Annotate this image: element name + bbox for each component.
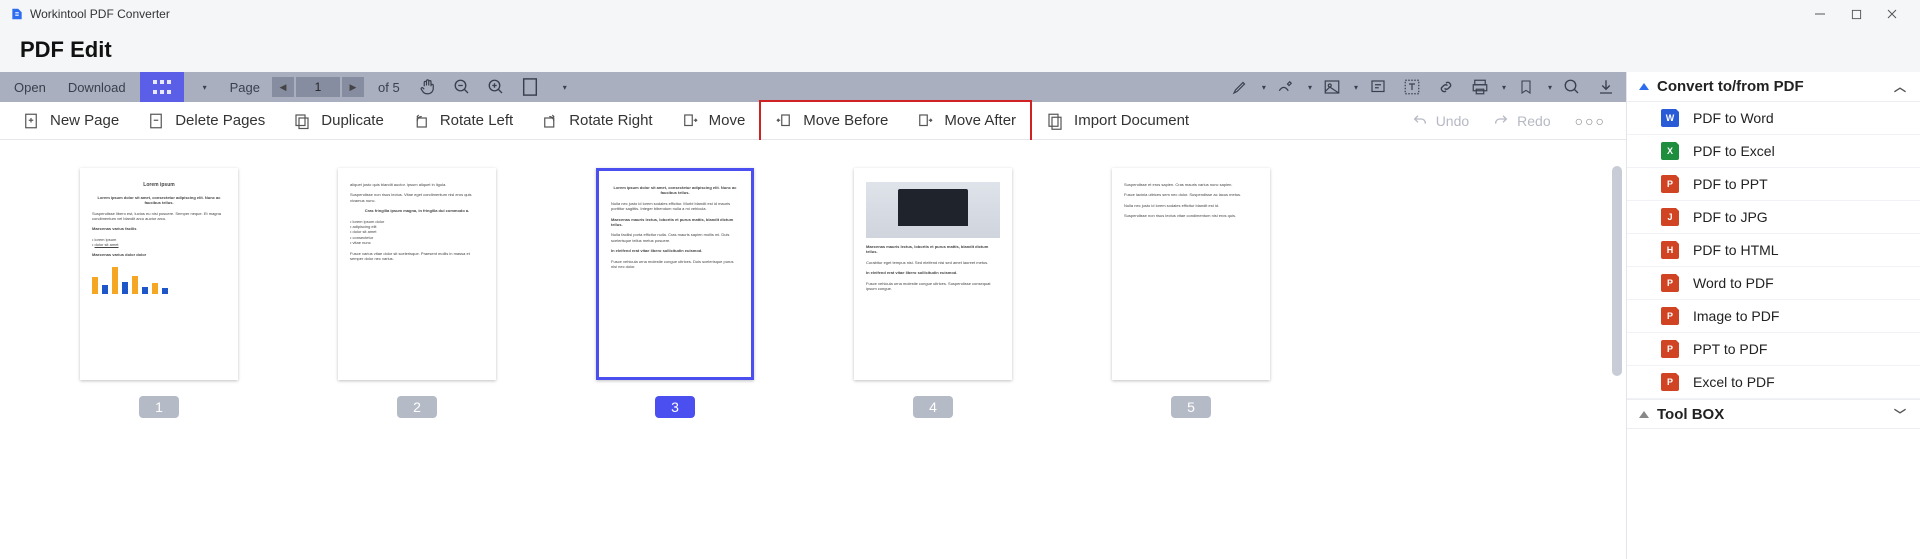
window-maximize-button[interactable] (1838, 0, 1874, 28)
convert-pdf-to-jpg[interactable]: JPDF to JPG (1627, 201, 1920, 234)
delete-pages-button[interactable]: Delete Pages (133, 102, 279, 140)
draw-button[interactable] (1272, 72, 1300, 102)
chevron-up-icon: ︿ (1894, 78, 1906, 95)
pan-tool-button[interactable] (414, 72, 442, 102)
app-logo-icon (10, 7, 24, 21)
move-after-button[interactable]: Move After (902, 102, 1030, 140)
open-button[interactable]: Open (6, 72, 54, 102)
excel-file-icon: X (1661, 142, 1679, 160)
page-label: Page (230, 80, 260, 95)
duplicate-button[interactable]: Duplicate (279, 102, 398, 140)
search-button[interactable] (1558, 72, 1586, 102)
toolbox-section-header[interactable]: Tool BOX ﹀ (1627, 399, 1920, 429)
page-header: PDF Edit (0, 28, 1920, 72)
page-number-5: 5 (1171, 396, 1211, 418)
convert-ppt-to-pdf[interactable]: PPPT to PDF (1627, 333, 1920, 366)
move-before-icon (775, 112, 793, 130)
pdf-file-icon: P (1661, 307, 1679, 325)
convert-pdf-to-word[interactable]: WPDF to Word (1627, 102, 1920, 135)
html-file-icon: H (1661, 241, 1679, 259)
ppt-file-icon: P (1661, 175, 1679, 193)
convert-image-to-pdf[interactable]: PImage to PDF (1627, 300, 1920, 333)
rotate-right-icon (541, 112, 559, 130)
download-icon-button[interactable] (1592, 72, 1620, 102)
rotate-left-icon (412, 112, 430, 130)
thumbnail-view-dropdown[interactable]: ▾ (190, 72, 218, 102)
page-thumbnail-5[interactable]: Suspendisse et eros sapien. Cras mauris … (1112, 168, 1270, 380)
app-name: Workintool PDF Converter (30, 7, 170, 21)
zoom-in-button[interactable] (482, 72, 510, 102)
window-close-button[interactable] (1874, 0, 1910, 28)
redo-button[interactable]: Redo (1481, 113, 1562, 129)
draw-dropdown[interactable]: ▾ (1308, 83, 1312, 92)
import-document-button[interactable]: Import Document (1032, 102, 1203, 140)
highlighter-dropdown[interactable]: ▾ (1262, 83, 1266, 92)
delete-pages-icon (147, 112, 165, 130)
viewer-toolbar: Open Download ▾ Page ◀ 1 ▶ of 5 ▾ ▾ ▾ ▾ (0, 72, 1626, 102)
prev-page-button[interactable]: ◀ (272, 77, 294, 97)
rotate-left-button[interactable]: Rotate Left (398, 102, 527, 140)
link-button[interactable] (1432, 72, 1460, 102)
grid-scrollbar[interactable] (1612, 166, 1622, 376)
section-arrow-icon (1639, 411, 1649, 418)
page-thumbnail-1[interactable]: Lorem ipsum Lorem ipsum dolor sit amet, … (80, 168, 238, 380)
word-file-icon: W (1661, 109, 1679, 127)
page-navigator: ◀ 1 ▶ (272, 77, 364, 97)
move-highlight-group: Move Before Move After (759, 100, 1032, 142)
fit-page-dropdown[interactable]: ▾ (550, 72, 578, 102)
image-button[interactable] (1318, 72, 1346, 102)
page-title: PDF Edit (20, 37, 112, 63)
page-thumbnail-2[interactable]: aliquet justo quis blandit auctor. ipsum… (338, 168, 496, 380)
new-page-button[interactable]: New Page (8, 102, 133, 140)
download-button[interactable]: Download (60, 72, 134, 102)
window-minimize-button[interactable] (1802, 0, 1838, 28)
move-after-icon (916, 112, 934, 130)
current-page-input[interactable]: 1 (296, 77, 340, 97)
chevron-down-icon: ﹀ (1894, 406, 1906, 423)
convert-pdf-to-excel[interactable]: XPDF to Excel (1627, 135, 1920, 168)
page-number-1: 1 (139, 396, 179, 418)
next-page-button[interactable]: ▶ (342, 77, 364, 97)
move-button[interactable]: Move (667, 102, 760, 140)
move-icon (681, 112, 699, 130)
page-thumbnail-3[interactable]: Lorem ipsum dolor sit amet, consectetur … (596, 168, 754, 380)
convert-pdf-to-ppt[interactable]: PPDF to PPT (1627, 168, 1920, 201)
bookmark-dropdown[interactable]: ▾ (1548, 83, 1552, 92)
new-page-icon (22, 112, 40, 130)
pdf-file-icon: P (1661, 373, 1679, 391)
print-dropdown[interactable]: ▾ (1502, 83, 1506, 92)
thumbnail-grid: Lorem ipsum Lorem ipsum dolor sit amet, … (0, 140, 1626, 559)
convert-pdf-to-html[interactable]: HPDF to HTML (1627, 234, 1920, 267)
rotate-right-button[interactable]: Rotate Right (527, 102, 666, 140)
print-button[interactable] (1466, 72, 1494, 102)
duplicate-icon (293, 112, 311, 130)
fit-page-button[interactable] (516, 72, 544, 102)
bookmark-button[interactable] (1512, 72, 1540, 102)
page-number-4: 4 (913, 396, 953, 418)
thumbnail-view-button[interactable] (140, 72, 184, 102)
image-dropdown[interactable]: ▾ (1354, 83, 1358, 92)
text-box-button[interactable] (1398, 72, 1426, 102)
page-number-2: 2 (397, 396, 437, 418)
page-number-3: 3 (655, 396, 695, 418)
convert-word-to-pdf[interactable]: PWord to PDF (1627, 267, 1920, 300)
page-total: of 5 (378, 80, 400, 95)
section-arrow-icon (1639, 83, 1649, 90)
move-before-button[interactable]: Move Before (761, 102, 902, 140)
pdf-file-icon: P (1661, 274, 1679, 292)
right-panel: Convert to/from PDF ︿ WPDF to Word XPDF … (1626, 72, 1920, 559)
note-button[interactable] (1364, 72, 1392, 102)
convert-section-header[interactable]: Convert to/from PDF ︿ (1627, 72, 1920, 102)
zoom-out-button[interactable] (448, 72, 476, 102)
import-document-icon (1046, 112, 1064, 130)
convert-excel-to-pdf[interactable]: PExcel to PDF (1627, 366, 1920, 399)
more-actions-button[interactable]: ○○○ (1563, 113, 1618, 129)
page-thumbnail-4[interactable]: Maecenas mauris lectus, lobortis et puru… (854, 168, 1012, 380)
highlighter-button[interactable] (1226, 72, 1254, 102)
undo-button[interactable]: Undo (1400, 113, 1481, 129)
titlebar: Workintool PDF Converter (0, 0, 1920, 28)
jpg-file-icon: J (1661, 208, 1679, 226)
pdf-file-icon: P (1661, 340, 1679, 358)
page-actions-toolbar: New Page Delete Pages Duplicate Rotate L… (0, 102, 1626, 140)
